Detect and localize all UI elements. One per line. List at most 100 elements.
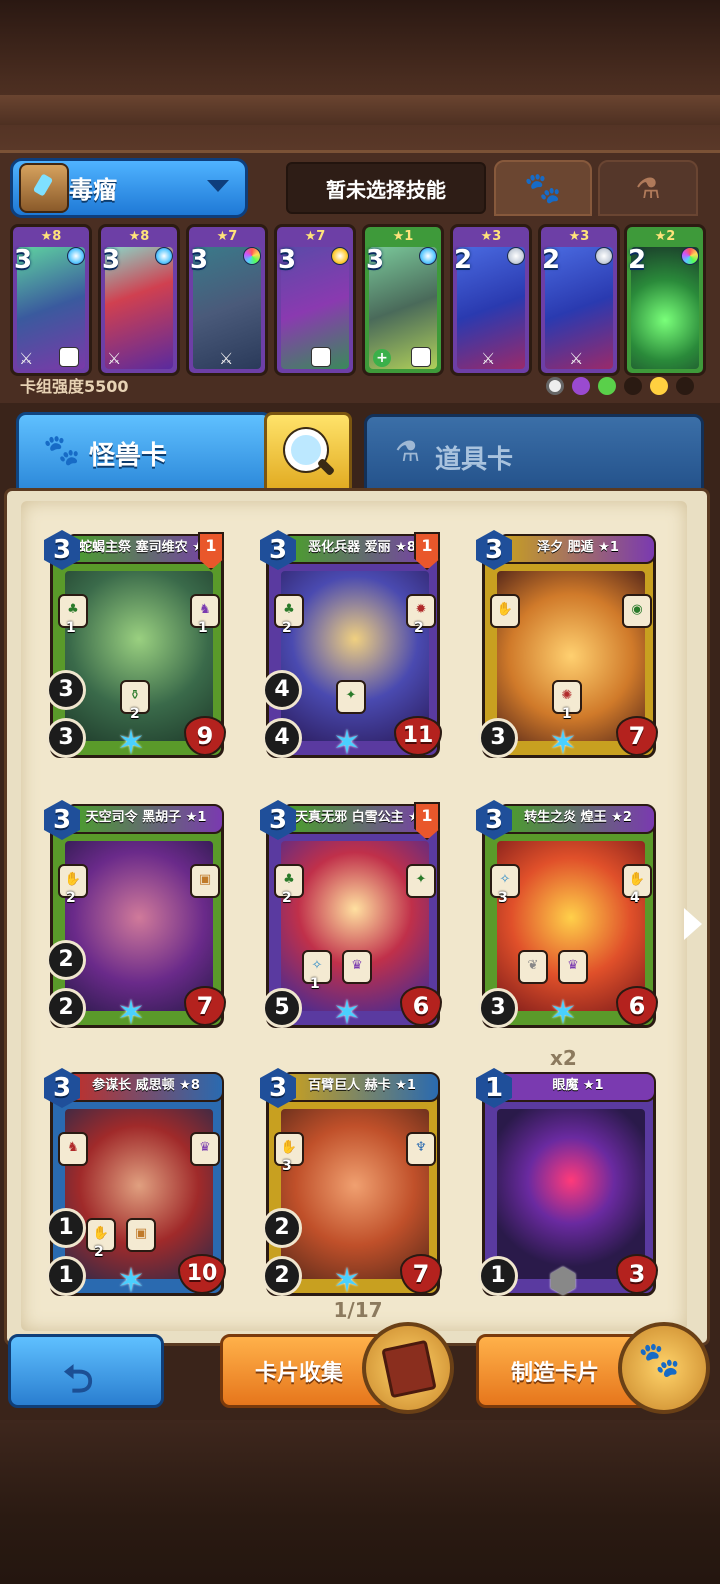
deck-card[interactable]: ★2 2 xyxy=(624,224,706,376)
card-name: 转生之炎 煌王 ★2 xyxy=(500,804,656,834)
card-cost: 3 xyxy=(366,245,385,275)
ability-shield-icon: ♆ xyxy=(406,1132,436,1166)
monster-card[interactable]: 泽夕 肥遁 ★1 3 ✋ ◉ ✺ 1 3 7 ✶ xyxy=(476,530,658,762)
sword-icon: ⚔ xyxy=(481,349,496,368)
button-label: 制造卡片 xyxy=(511,1361,600,1386)
search-button[interactable] xyxy=(264,412,352,496)
dice-stat: 3 xyxy=(478,718,518,758)
ability-value: 2 xyxy=(66,890,76,906)
monster-card[interactable]: 蛇蝎主祭 塞司维农 ★1 3 1 ♣ 1 ♞ 1 ⚱ 2 3 3 9 ✶ xyxy=(44,530,226,762)
deck-card-row: ★8 3 ⚔ ★8 3 ⚔ ★7 3 ⚔ ★7 3 ★1 3 + ★3 2 ⚔ … xyxy=(10,224,710,376)
card-stars: ★7 xyxy=(216,229,238,244)
tab-item-deck[interactable]: ⚗ xyxy=(598,160,698,216)
shield-faction-icon xyxy=(572,377,590,395)
dice-icon xyxy=(59,347,79,367)
card-count: x2 xyxy=(550,1046,577,1070)
ability-shield-icon: ▣ xyxy=(190,864,220,898)
rainbow-gem-icon xyxy=(243,247,261,265)
deck-card[interactable]: ★3 2 ⚔ xyxy=(450,224,532,376)
skill-select-button[interactable]: 暂未选择技能 xyxy=(286,162,486,214)
deck-card[interactable]: ★7 3 ⚔ xyxy=(186,224,268,376)
monster-card[interactable]: 天真无邪 白雪公主 ★8 3 1 ♣ 2 ✦ ✧ 1 ♛ 5 6 ✶ xyxy=(260,800,442,1033)
deck-card[interactable]: ★1 3 + xyxy=(362,224,444,376)
empty-star-badge-icon: ⬢ xyxy=(548,1261,578,1301)
star-badge-icon: ✶ xyxy=(332,993,362,1033)
deck-card[interactable]: ★8 3 ⚔ xyxy=(10,224,92,376)
ability-shield-icon: ✦ xyxy=(406,864,436,898)
faction-icons xyxy=(546,375,696,399)
attack-stat: 2 xyxy=(262,1256,302,1296)
deck-book-icon xyxy=(19,163,69,213)
tab-monster-cards[interactable]: 🐾 怪兽卡 xyxy=(16,412,272,496)
card-name: 泽夕 肥遁 ★1 xyxy=(500,534,656,564)
deck-card[interactable]: ★8 3 ⚔ xyxy=(98,224,180,376)
sword-icon: ⚔ xyxy=(19,349,34,368)
ability-value: 1 xyxy=(310,976,320,992)
next-page-arrow-icon[interactable] xyxy=(684,908,702,940)
tab-label: 怪兽卡 xyxy=(89,441,168,471)
card-cost: 2 xyxy=(454,245,473,275)
monster-card[interactable]: 转生之炎 煌王 ★2 3 ✧ 3 ✋ 4 ❦ ♛ 3 6 ✶ xyxy=(476,800,658,1032)
star-badge-icon: ✶ xyxy=(116,1261,146,1301)
sword-icon: ⚔ xyxy=(107,349,122,368)
target-icon xyxy=(546,377,564,395)
ability-value: 3 xyxy=(498,890,508,906)
monster-card[interactable]: 参谋长 威思顿 ★8 3 ♞ ♛ ✋ 2 ▣ 1 1 10 ✶ xyxy=(44,1068,226,1301)
card-name: 眼魔 ★1 xyxy=(500,1072,656,1102)
card-name: 百臂巨人 赫卡 ★1 xyxy=(284,1072,440,1102)
ability-value: 2 xyxy=(414,620,424,636)
card-stars: ★8 xyxy=(128,229,150,244)
dice-icon xyxy=(411,347,431,367)
star-badge-icon: ✶ xyxy=(332,1261,362,1301)
card-name: 参谋长 威思顿 ★8 xyxy=(68,1072,224,1102)
attack-stat: 4 xyxy=(262,718,302,758)
attack-stat: 5 xyxy=(262,988,302,1028)
card-stars: ★7 xyxy=(304,229,326,244)
monster-card[interactable]: 恶化兵器 爱丽 ★8 3 1 ♣ 2 ✹ 2 ✦ 4 4 11 ✶ xyxy=(260,530,442,762)
card-cost: 3 xyxy=(14,245,33,275)
gold-gem-icon xyxy=(331,247,349,265)
dice-stat: 1 xyxy=(46,1208,86,1248)
monster-card[interactable]: 百臂巨人 赫卡 ★1 3 ✋ 3 ♆ 2 2 7 ✶ xyxy=(260,1068,442,1301)
ability-shield-icon: ♛ xyxy=(190,1132,220,1166)
tornado-faction-icon xyxy=(650,377,668,395)
top-wood-frame xyxy=(0,0,720,150)
paw-icon: 🐾 xyxy=(524,170,562,206)
chevron-down-icon xyxy=(207,180,229,192)
attack-stat: 2 xyxy=(46,988,86,1028)
paw-jar-icon xyxy=(618,1322,710,1414)
deck-name: 毒瘤 xyxy=(69,176,117,204)
back-arrow-icon: ⮌ xyxy=(63,1357,94,1401)
card-category-tabs: 🐾 怪兽卡 ⚗ 道具卡 xyxy=(16,412,704,496)
silver-gem-icon xyxy=(507,247,525,265)
tab-item-cards[interactable]: ⚗ 道具卡 xyxy=(364,414,704,496)
potion-icon: ⚗ xyxy=(635,171,661,205)
gem-icon xyxy=(67,247,85,265)
gauntlet-faction-icon xyxy=(624,377,642,395)
back-button[interactable]: ⮌ xyxy=(8,1334,164,1408)
ability-value: 2 xyxy=(94,1244,104,1260)
deck-card[interactable]: ★7 3 xyxy=(274,224,356,376)
dice-stat: 4 xyxy=(262,670,302,710)
dice-stat: 3 xyxy=(46,670,86,710)
tab-monster-deck[interactable]: 🐾 xyxy=(494,160,592,216)
potion-icon: ⚗ xyxy=(395,435,421,468)
card-stars: ★8 xyxy=(40,229,62,244)
ability-shield-icon: ♞ xyxy=(58,1132,88,1166)
bottom-wood-frame xyxy=(0,1420,720,1584)
deck-select-button[interactable]: 毒瘤 xyxy=(10,158,248,218)
ability-shield-icon: ◉ xyxy=(622,594,652,628)
deck-card[interactable]: ★3 2 ⚔ xyxy=(538,224,620,376)
dice-stat: 2 xyxy=(262,1208,302,1248)
dice-stat: 2 xyxy=(46,940,86,980)
attack-stat: 1 xyxy=(46,1256,86,1296)
sword-icon: ⚔ xyxy=(569,349,584,368)
ability-value: 1 xyxy=(66,620,76,636)
ability-value: 2 xyxy=(130,706,140,722)
attack-stat: 1 xyxy=(478,1256,518,1296)
tab-label: 道具卡 xyxy=(435,445,514,475)
monster-card[interactable]: 天空司令 黑胡子 ★1 3 ✋ 2 ▣ 2 2 7 ✶ xyxy=(44,800,226,1032)
ability-shield-icon: ♛ xyxy=(558,950,588,984)
monster-card[interactable]: 眼魔 ★1 1 1 3 ⬢ xyxy=(476,1068,658,1301)
card-cost: 3 xyxy=(190,245,209,275)
